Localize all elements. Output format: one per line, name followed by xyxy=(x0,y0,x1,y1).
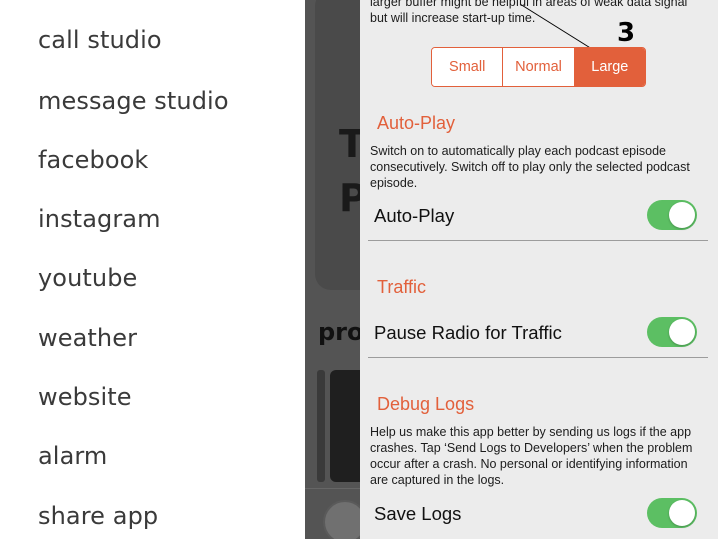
section-divider xyxy=(368,357,708,358)
menu-item-alarm[interactable]: alarm xyxy=(38,442,107,470)
annotation-number: 3 xyxy=(617,18,636,48)
settings-panel: larger buffer might be helpful in areas … xyxy=(360,0,718,539)
buffer-description: larger buffer might be helpful in areas … xyxy=(370,0,688,25)
buffer-option-small[interactable]: Small xyxy=(432,48,504,86)
menu-item-call-studio[interactable]: call studio xyxy=(38,26,162,54)
background-title-fragment-2: P xyxy=(339,176,360,220)
buffer-option-large[interactable]: Large xyxy=(574,48,645,86)
traffic-label: Pause Radio for Traffic xyxy=(374,322,562,343)
background-thumbnail xyxy=(330,370,360,482)
menu-item-facebook[interactable]: facebook xyxy=(38,146,148,174)
traffic-section-title: Traffic xyxy=(377,277,427,297)
toggle-knob xyxy=(669,202,695,228)
menu-item-share-app[interactable]: share app xyxy=(38,502,158,530)
save-logs-toggle[interactable] xyxy=(647,498,697,528)
menu-item-instagram[interactable]: instagram xyxy=(38,205,161,233)
toggle-knob xyxy=(669,500,695,526)
section-divider xyxy=(368,240,708,241)
toggle-knob xyxy=(669,319,695,345)
background-podcast-avatar xyxy=(323,500,360,539)
debug-description: Help us make this app better by sending … xyxy=(370,425,693,487)
background-divider xyxy=(305,488,360,489)
background-thumbnail xyxy=(317,370,325,482)
traffic-toggle[interactable] xyxy=(647,317,697,347)
debug-section-title: Debug Logs xyxy=(377,394,475,414)
autoplay-label: Auto-Play xyxy=(374,205,455,226)
background-title-fragment-1: T xyxy=(339,122,360,166)
autoplay-description: Switch on to automatically play each pod… xyxy=(370,144,690,190)
background-section-fragment: pro xyxy=(318,318,360,346)
menu-item-message-studio[interactable]: message studio xyxy=(38,87,229,115)
menu-item-website[interactable]: website xyxy=(38,383,132,411)
autoplay-section-title: Auto-Play xyxy=(377,113,456,133)
buffer-option-normal[interactable]: Normal xyxy=(503,48,575,86)
buffer-size-segmented-control: Small Normal Large xyxy=(431,47,646,87)
side-menu: call studio message studio facebook inst… xyxy=(0,0,305,539)
menu-item-youtube[interactable]: youtube xyxy=(38,264,137,292)
menu-item-weather[interactable]: weather xyxy=(38,324,137,352)
save-logs-label: Save Logs xyxy=(374,503,462,524)
autoplay-toggle[interactable] xyxy=(647,200,697,230)
background-app-overlay[interactable]: T P pro xyxy=(305,0,360,539)
